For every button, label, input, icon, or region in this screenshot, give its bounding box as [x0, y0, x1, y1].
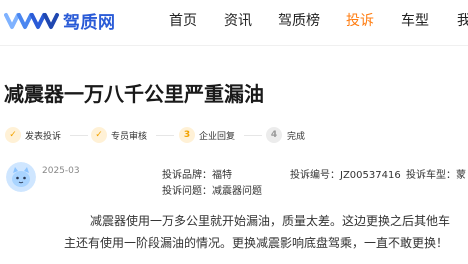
- nav-ranking[interactable]: 驾质榜: [278, 10, 320, 30]
- step-connector: [156, 135, 174, 136]
- site-logo[interactable]: 驾质网: [4, 8, 116, 33]
- info-issue-label: 投诉问题：: [162, 186, 212, 197]
- complaint-description: 减震器使用一万多公里就开始漏油，质量太差。这边更换之后其他车 主还有使用一阶段漏…: [64, 210, 468, 254]
- nav-models[interactable]: 车型: [401, 10, 429, 30]
- logo-text: 驾质网: [63, 12, 116, 33]
- page: 驾质网 首页 资讯 驾质榜 投诉 车型 我 减震器一万八千公里严重漏油 ✓ 发表…: [0, 0, 468, 264]
- info-model-value: 蒙: [456, 170, 466, 181]
- step-1-check-icon: ✓: [5, 127, 21, 143]
- logo-mark-icon: [4, 13, 59, 29]
- info-number-label: 投诉编号：: [290, 170, 340, 181]
- header-divider: [0, 45, 468, 46]
- step-connector: [70, 135, 88, 136]
- step-4-label: 完成: [287, 132, 306, 142]
- nav-more[interactable]: 我: [457, 10, 468, 30]
- nav-complaints[interactable]: 投诉: [346, 10, 374, 30]
- step-1-label: 发表投诉: [25, 132, 62, 142]
- info-brand-label: 投诉品牌：: [162, 170, 212, 181]
- info-number-value: JZ00537416: [340, 170, 401, 181]
- info-issue: 投诉问题：减震器问题: [162, 182, 262, 197]
- nav-news[interactable]: 资讯: [224, 10, 252, 30]
- step-3-label: 企业回复: [199, 132, 236, 142]
- step-2-check-icon: ✓: [91, 127, 107, 143]
- step-3-number: 3: [179, 127, 195, 143]
- step-2-label: 专员审核: [111, 132, 148, 142]
- step-connector: [244, 135, 262, 136]
- info-issue-value: 减震器问题: [212, 186, 262, 197]
- info-brand: 投诉品牌：福特: [162, 166, 232, 181]
- description-line-1: 减震器使用一万多公里就开始漏油，质量太差。这边更换之后其他车: [90, 214, 451, 228]
- nav-home[interactable]: 首页: [169, 10, 197, 30]
- info-brand-value: 福特: [212, 170, 232, 181]
- info-model: 投诉车型：蒙: [406, 166, 466, 181]
- site-header: 驾质网 首页 资讯 驾质榜 投诉 车型 我: [0, 0, 468, 40]
- avatar-cat-icon: [6, 162, 36, 192]
- complaint-date: 2025-03: [42, 166, 80, 176]
- step-4-number: 4: [266, 127, 282, 143]
- info-number: 投诉编号：JZ00537416: [290, 166, 401, 181]
- user-avatar[interactable]: [6, 162, 36, 192]
- description-line-2: 主还有使用一阶段漏油的情况。更换减震影响底盘驾乘，一直不敢更换！: [64, 236, 449, 250]
- complaint-title: 减震器一万八千公里严重漏油: [4, 82, 264, 106]
- info-model-label: 投诉车型：: [406, 170, 456, 181]
- progress-steps: ✓ 发表投诉 ✓ 专员审核 3 企业回复 4 完成: [0, 126, 468, 146]
